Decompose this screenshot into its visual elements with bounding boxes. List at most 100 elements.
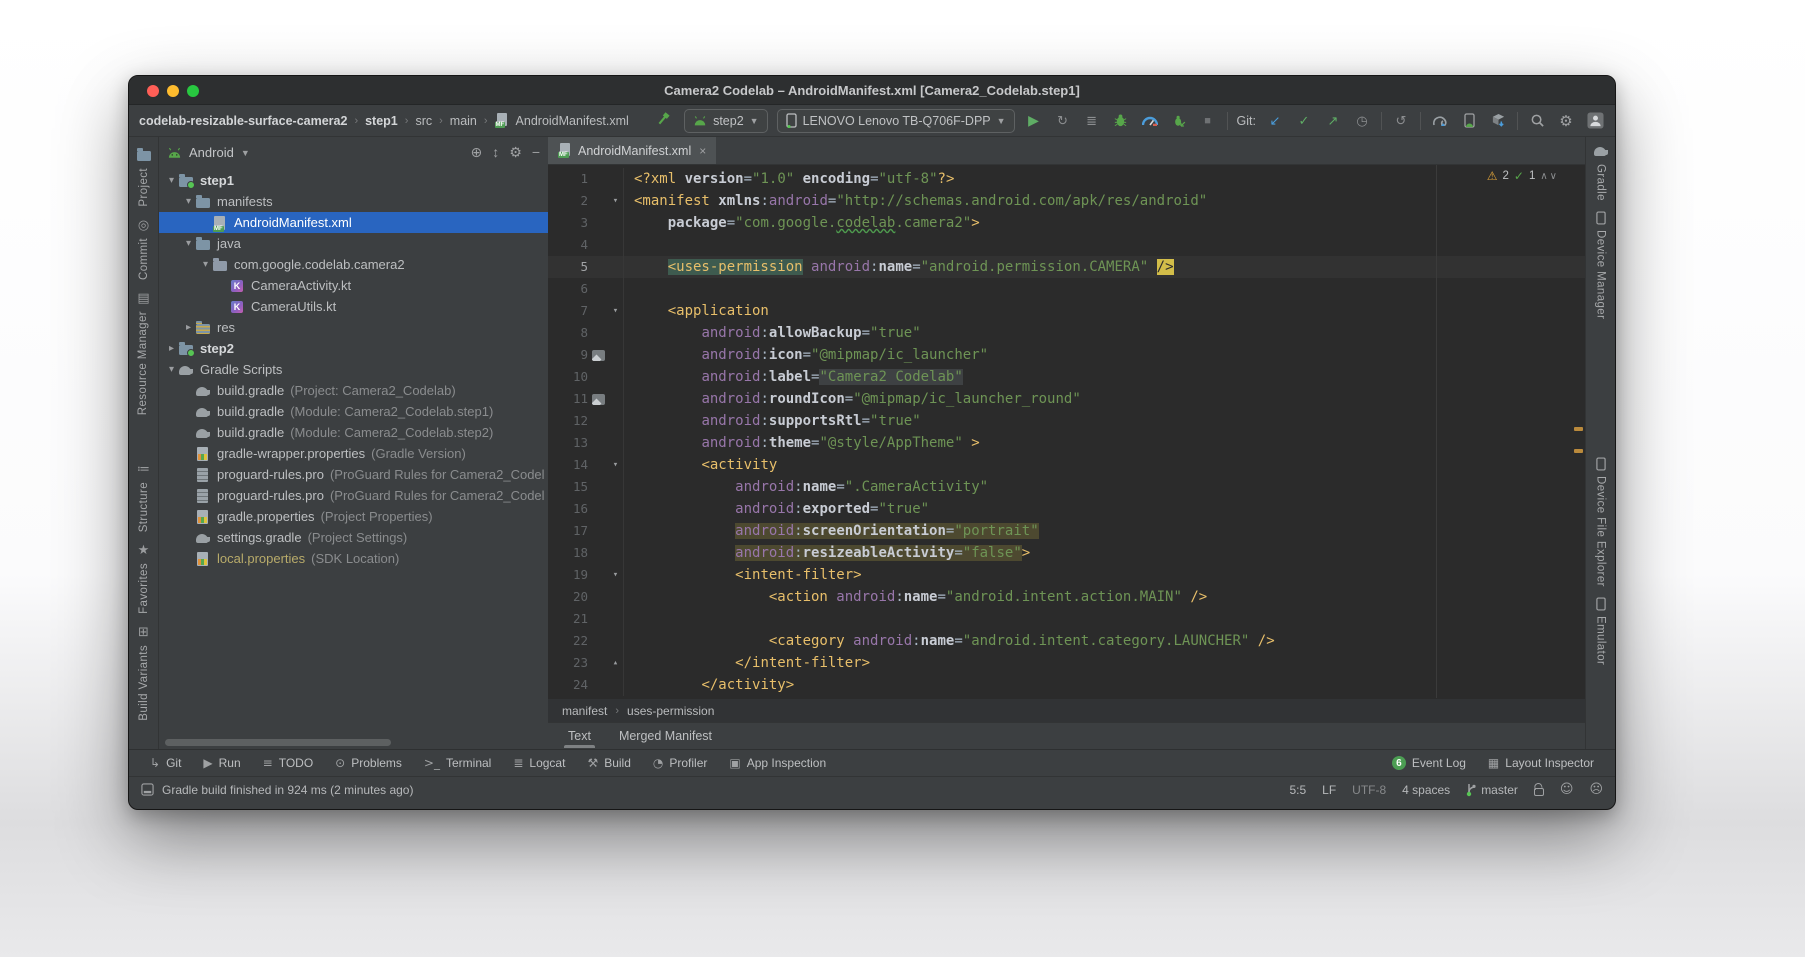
tree-item[interactable]: local.properties (SDK Location) xyxy=(159,548,548,569)
code-line[interactable]: 9 android:icon="@mipmap/ic_launcher" xyxy=(548,344,1585,366)
tree-item[interactable]: K CameraActivity.kt xyxy=(159,275,548,296)
breadcrumb-src[interactable]: src xyxy=(415,114,432,128)
breadcrumb-uses-permission[interactable]: uses-permission xyxy=(627,704,714,718)
tree-chevron-icon[interactable]: ▸ xyxy=(165,343,178,354)
tree-item[interactable]: ▸ step2 xyxy=(159,338,548,359)
code-line[interactable]: 20 <action android:name="android.intent.… xyxy=(548,586,1585,608)
editor-tab[interactable]: AndroidManifest.xml × xyxy=(548,137,717,164)
git-commit-icon[interactable]: ✓ xyxy=(1294,111,1314,131)
attach-profiler-icon[interactable] xyxy=(1169,111,1189,131)
tool-window-gradle[interactable]: Gradle xyxy=(1593,143,1609,201)
code-line[interactable]: 19 ▾ <intent-filter> xyxy=(548,564,1585,586)
code-line[interactable]: 12 android:supportsRtl="true" xyxy=(548,410,1585,432)
breadcrumb-main[interactable]: main xyxy=(450,114,477,128)
tree-chevron-icon[interactable]: ▸ xyxy=(182,322,195,333)
toolwindow-button-layout-inspector[interactable]: ▦ Layout Inspector xyxy=(1477,756,1605,770)
toolwindow-button-event-log[interactable]: 6 Event Log xyxy=(1381,756,1477,770)
maximize-window-button[interactable] xyxy=(187,85,199,97)
code-line[interactable]: 15 android:name=".CameraActivity" xyxy=(548,476,1585,498)
prev-next-chevrons[interactable]: ∧∨ xyxy=(1540,171,1559,182)
toolwindow-button-problems[interactable]: ⊙ Problems xyxy=(324,750,413,776)
tree-chevron-icon[interactable]: ▾ xyxy=(165,175,178,186)
fold-marker-icon[interactable]: ▾ xyxy=(608,190,624,212)
code-line[interactable]: 1 <?xml version="1.0" encoding="utf-8"?> xyxy=(548,168,1585,190)
tool-window-device-manager[interactable]: Device Manager xyxy=(1595,211,1607,319)
fold-marker-icon[interactable]: ▾ xyxy=(608,300,624,322)
tool-window-build-variants[interactable]: ⊞ Build Variants xyxy=(138,624,150,721)
inspections-widget[interactable]: ⚠ 2 ✓ 1 ∧∨ xyxy=(1487,169,1559,183)
git-update-icon[interactable]: ↙ xyxy=(1265,111,1285,131)
code-line[interactable]: 18 android:resizeableActivity="false"> xyxy=(548,542,1585,564)
tree-item[interactable]: settings.gradle (Project Settings) xyxy=(159,527,548,548)
code-line[interactable]: 21 xyxy=(548,608,1585,630)
settings-gear-icon[interactable]: ⚙ xyxy=(1556,111,1576,131)
minimize-window-button[interactable] xyxy=(167,85,179,97)
apply-code-changes-icon[interactable]: ≣ xyxy=(1082,111,1102,131)
file-encoding[interactable]: UTF-8 xyxy=(1352,783,1386,797)
profile-avatar[interactable] xyxy=(1585,111,1605,131)
git-branch-widget[interactable]: master xyxy=(1466,783,1518,797)
tab-text[interactable]: Text xyxy=(556,725,603,748)
rollback-icon[interactable]: ↺ xyxy=(1391,111,1411,131)
code-line[interactable]: 10 android:label="Camera2 Codelab" xyxy=(548,366,1585,388)
debug-bug-icon[interactable] xyxy=(1111,111,1131,131)
code-line[interactable]: 24 </activity> xyxy=(548,674,1585,696)
profiler-gauge-icon[interactable] xyxy=(1140,111,1160,131)
toolwindow-button-app-inspection[interactable]: ▣ App Inspection xyxy=(718,750,837,776)
tab-merged-manifest[interactable]: Merged Manifest xyxy=(607,725,724,748)
breadcrumb-project[interactable]: codelab-resizable-surface-camera2 xyxy=(139,114,347,128)
expand-collapse-icon[interactable]: ↕ xyxy=(492,144,499,161)
tree-item[interactable]: gradle-wrapper.properties (Gradle Version… xyxy=(159,443,548,464)
code-line[interactable]: 4 xyxy=(548,234,1585,256)
run-button[interactable]: ▶ xyxy=(1024,111,1044,131)
tool-window-structure[interactable]: ≔ Structure xyxy=(137,461,150,532)
code-line[interactable]: 16 android:exported="true" xyxy=(548,498,1585,520)
tree-chevron-icon[interactable]: ▾ xyxy=(165,364,178,375)
breadcrumb-manifest[interactable]: manifest xyxy=(562,704,607,718)
toolwindow-button-todo[interactable]: ≡ TODO xyxy=(252,750,325,776)
tree-item[interactable]: build.gradle (Module: Camera2_Codelab.ste… xyxy=(159,401,548,422)
apply-changes-icon[interactable]: ↻ xyxy=(1053,111,1073,131)
code-editor[interactable]: 1 <?xml version="1.0" encoding="utf-8"?> 2… xyxy=(548,165,1585,698)
horizontal-scrollbar[interactable] xyxy=(165,739,391,746)
code-line[interactable]: 8 android:allowBackup="true" xyxy=(548,322,1585,344)
code-line[interactable]: 22 <category android:name="android.inten… xyxy=(548,630,1585,652)
toolwindow-button-build[interactable]: ⚒ Build xyxy=(576,750,641,776)
close-window-button[interactable] xyxy=(147,85,159,97)
build-hammer-icon[interactable] xyxy=(655,111,675,131)
code-line[interactable]: 3 package="com.google.codelab.camera2"> xyxy=(548,212,1585,234)
error-stripe-mark[interactable] xyxy=(1574,449,1583,453)
tree-item[interactable]: gradle.properties (Project Properties) xyxy=(159,506,548,527)
tree-item[interactable]: AndroidManifest.xml xyxy=(159,212,548,233)
fold-marker-icon[interactable]: ▾ xyxy=(608,564,624,586)
tree-item[interactable]: build.gradle (Module: Camera2_Codelab.ste… xyxy=(159,422,548,443)
gradle-sync-icon[interactable] xyxy=(1430,111,1450,131)
run-configuration-select[interactable]: step2 ▼ xyxy=(684,108,768,133)
tree-item[interactable]: ▸ res xyxy=(159,317,548,338)
tree-item[interactable]: ▾ manifests xyxy=(159,191,548,212)
tree-item[interactable]: K CameraUtils.kt xyxy=(159,296,548,317)
code-line[interactable]: 6 xyxy=(548,278,1585,300)
locate-file-icon[interactable]: ⊕ xyxy=(471,144,483,161)
search-everywhere-icon[interactable] xyxy=(1527,111,1547,131)
tree-item[interactable]: ▾ java xyxy=(159,233,548,254)
toolwindow-button-git[interactable]: ↳ Git xyxy=(139,750,192,776)
code-line[interactable]: 5 <uses-permission android:name="android… xyxy=(548,256,1585,278)
tool-window-resource-manager[interactable]: ▤ Resource Manager xyxy=(137,290,149,415)
tree-item[interactable]: proguard-rules.pro (ProGuard Rules for Ca… xyxy=(159,485,548,506)
line-separator[interactable]: LF xyxy=(1322,783,1336,797)
tool-window-project[interactable]: Project xyxy=(136,147,152,207)
panel-settings-gear-icon[interactable]: ⚙ xyxy=(509,144,522,161)
tree-chevron-icon[interactable]: ▾ xyxy=(182,196,195,207)
code-line[interactable]: 17 android:screenOrientation="portrait" xyxy=(548,520,1585,542)
tool-window-device-file-explorer[interactable]: Device File Explorer xyxy=(1595,457,1607,587)
unlock-icon[interactable] xyxy=(1533,787,1544,796)
status-message[interactable]: Gradle build finished in 924 ms (2 minut… xyxy=(162,783,413,797)
toolwindow-button-logcat[interactable]: ≣ Logcat xyxy=(502,750,576,776)
tree-item[interactable]: ▾ step1 xyxy=(159,170,548,191)
indent-setting[interactable]: 4 spaces xyxy=(1402,783,1450,797)
history-clock-icon[interactable]: ◷ xyxy=(1352,111,1372,131)
tree-chevron-icon[interactable]: ▾ xyxy=(182,238,195,249)
toolwindow-button-terminal[interactable]: >_ Terminal xyxy=(413,750,502,776)
happy-face-icon[interactable]: ☺ xyxy=(1560,782,1574,797)
